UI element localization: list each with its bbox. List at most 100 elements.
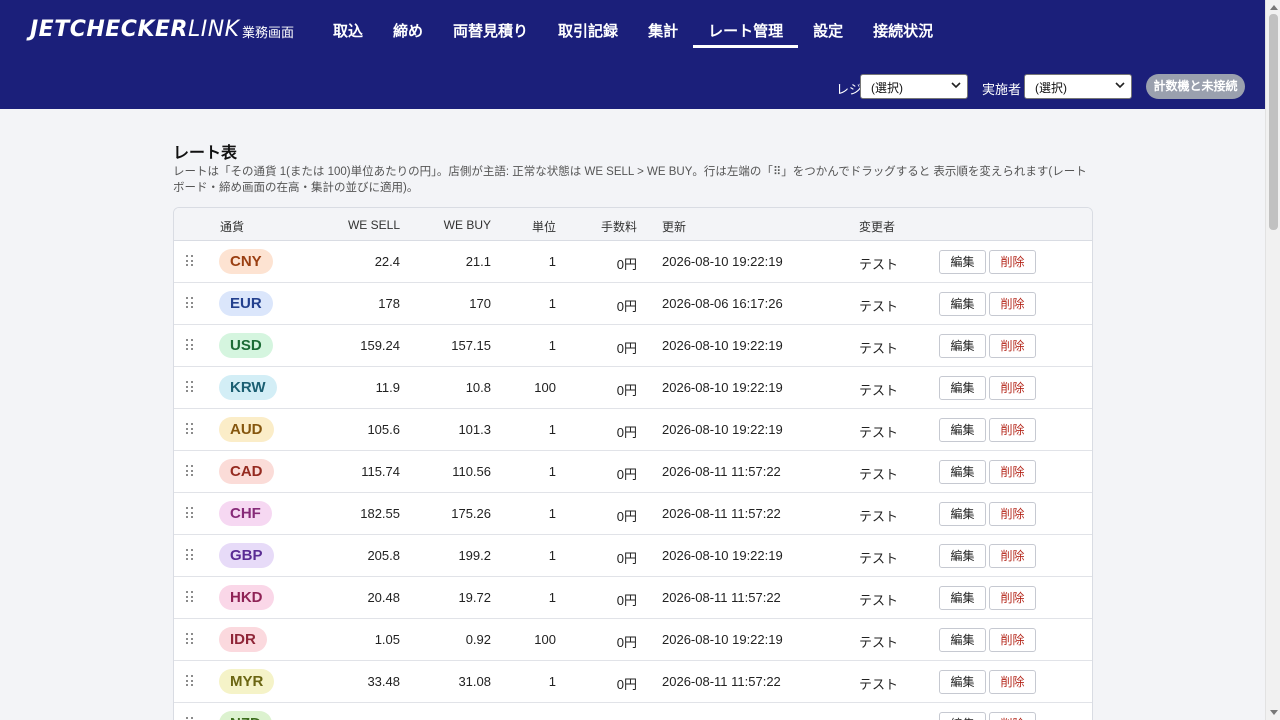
main-nav: 取込 締め 両替見積り 取引記録 集計 レート管理 設定 接続状況 <box>318 0 948 50</box>
fee-value: 0円 <box>616 467 637 482</box>
operator-select-value: (選択) <box>1035 81 1067 95</box>
we-buy-value: 21.1 <box>465 254 491 269</box>
delete-button[interactable]: 削除 <box>989 544 1036 568</box>
fee-value: 0円 <box>617 716 637 720</box>
updated-timestamp: 2026-08-10 19:22:19 <box>662 338 783 353</box>
delete-button[interactable]: 削除 <box>989 712 1036 720</box>
page-scrollbar[interactable] <box>1265 0 1280 720</box>
edit-button[interactable]: 編集 <box>939 586 986 610</box>
drag-handle-icon[interactable] <box>186 297 194 309</box>
nav-tab-rate-management[interactable]: レート管理 <box>693 0 799 48</box>
table-row: HKD 20.48 19.72 1 0円 2026-08-11 11:57:22 テスト 編集… <box>174 577 1092 619</box>
currency-badge: GBP <box>219 543 274 568</box>
unit-value: 1 <box>548 296 556 311</box>
drag-handle-icon[interactable] <box>186 675 194 687</box>
we-buy-value: 101.3 <box>458 422 491 437</box>
currency-badge: USD <box>219 333 273 358</box>
column-header-we-buy: WE BUY <box>443 218 491 232</box>
unit-value: 1 <box>548 674 556 689</box>
updated-timestamp: 2026-08-06 16:17:26 <box>662 296 783 311</box>
scroll-up-arrow-icon[interactable] <box>1270 5 1278 10</box>
unit-value: 1 <box>548 338 556 353</box>
edit-button[interactable]: 編集 <box>939 712 986 720</box>
unit-value: 1 <box>548 254 556 269</box>
unit-value: 1 <box>548 590 556 605</box>
drag-handle-icon[interactable] <box>186 339 194 351</box>
currency-badge: CHF <box>219 501 272 526</box>
nav-tab-settings[interactable]: 設定 <box>798 0 858 48</box>
delete-button[interactable]: 削除 <box>989 376 1036 400</box>
edit-button[interactable]: 編集 <box>939 544 986 568</box>
fee-value: 0円 <box>616 593 637 608</box>
we-sell-value: 33.48 <box>367 674 400 689</box>
we-buy-value: 170 <box>469 296 491 311</box>
nav-tab-summary[interactable]: 集計 <box>633 0 693 48</box>
column-header-fee: 手数料 <box>600 220 637 234</box>
currency-badge: IDR <box>219 627 267 652</box>
currency-badge: NZD <box>219 711 272 720</box>
nav-tab-import[interactable]: 取込 <box>318 0 378 48</box>
we-sell-value: 22.4 <box>374 254 400 269</box>
app-logo[interactable]: JETCHECKERLINK <box>30 17 240 42</box>
changed-by-value: テスト <box>859 635 899 650</box>
edit-button[interactable]: 編集 <box>939 376 986 400</box>
delete-button[interactable]: 削除 <box>989 586 1036 610</box>
drag-handle-icon[interactable] <box>186 507 194 519</box>
changed-by-value: テスト <box>859 551 899 566</box>
register-select[interactable]: (選択) <box>860 74 968 99</box>
nav-tab-connection-status[interactable]: 接続状況 <box>858 0 948 48</box>
nav-tab-close[interactable]: 締め <box>378 0 438 48</box>
scroll-thumb[interactable] <box>1269 14 1278 230</box>
we-sell-value: 178 <box>378 296 400 311</box>
nav-tab-transaction-log[interactable]: 取引記録 <box>543 0 633 48</box>
column-header-currency: 通貨 <box>220 220 245 234</box>
changed-by-value: テスト <box>859 677 899 692</box>
connection-status-button[interactable]: 計数機と未接続 <box>1146 74 1245 99</box>
drag-handle-icon[interactable] <box>186 549 194 561</box>
changed-by-value: テスト <box>859 383 899 398</box>
currency-badge: EUR <box>219 291 273 316</box>
edit-button[interactable]: 編集 <box>939 418 986 442</box>
changed-by-value: テスト <box>859 257 899 272</box>
delete-button[interactable]: 削除 <box>989 418 1036 442</box>
table-row: CAD 115.74 110.56 1 0円 2026-08-11 11:57:22 テスト… <box>174 451 1092 493</box>
drag-handle-icon[interactable] <box>186 591 194 603</box>
edit-button[interactable]: 編集 <box>939 502 986 526</box>
fee-value: 0円 <box>616 677 637 692</box>
we-buy-value: 175.26 <box>451 506 491 521</box>
delete-button[interactable]: 削除 <box>989 502 1036 526</box>
edit-button[interactable]: 編集 <box>939 628 986 652</box>
drag-handle-icon[interactable] <box>186 423 194 435</box>
drag-handle-icon[interactable] <box>186 255 194 267</box>
drag-handle-icon[interactable] <box>186 633 194 645</box>
edit-button[interactable]: 編集 <box>939 292 986 316</box>
delete-button[interactable]: 削除 <box>989 334 1036 358</box>
we-sell-value: 182.55 <box>360 506 400 521</box>
changed-by-value: テスト <box>859 341 899 356</box>
delete-button[interactable]: 削除 <box>989 460 1036 484</box>
edit-button[interactable]: 編集 <box>939 334 986 358</box>
operator-select[interactable]: (選択) <box>1024 74 1132 99</box>
delete-button[interactable]: 削除 <box>989 670 1036 694</box>
edit-button[interactable]: 編集 <box>939 460 986 484</box>
edit-button[interactable]: 編集 <box>939 250 986 274</box>
column-header-updated: 更新 <box>662 220 687 234</box>
updated-timestamp: 2026-08-10 19:22:19 <box>662 548 783 563</box>
fee-value: 0円 <box>616 383 637 398</box>
we-buy-value: 0.92 <box>465 632 491 647</box>
currency-badge: KRW <box>219 375 277 400</box>
delete-button[interactable]: 削除 <box>989 250 1036 274</box>
fee-value: 0円 <box>616 341 637 356</box>
drag-handle-icon[interactable] <box>186 381 194 393</box>
column-header-unit: 単位 <box>531 220 556 234</box>
fee-value: 0円 <box>616 635 637 650</box>
drag-handle-icon[interactable] <box>186 465 194 477</box>
we-sell-value: 11.9 <box>375 380 400 395</box>
delete-button[interactable]: 削除 <box>989 628 1036 652</box>
we-buy-value: 10.8 <box>465 380 491 395</box>
nav-tab-exchange-quote[interactable]: 両替見積り <box>438 0 543 48</box>
delete-button[interactable]: 削除 <box>989 292 1036 316</box>
unit-value: 1 <box>548 548 556 563</box>
scroll-down-arrow-icon[interactable] <box>1270 710 1278 715</box>
edit-button[interactable]: 編集 <box>939 670 986 694</box>
